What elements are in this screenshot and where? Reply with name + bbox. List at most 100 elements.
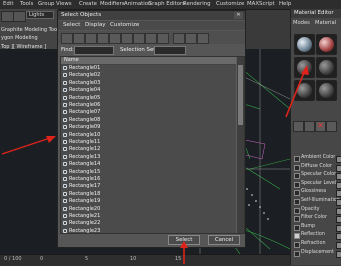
menu-customize[interactable]: Customize — [216, 1, 244, 7]
param-checkbox[interactable] — [294, 156, 300, 162]
menu-customize[interactable]: Customize — [110, 22, 139, 28]
map-button[interactable] — [336, 250, 341, 258]
put-material-icon[interactable] — [304, 121, 315, 132]
map-button[interactable] — [336, 216, 341, 224]
display-groups-icon[interactable] — [133, 33, 145, 44]
param-label: Specular Level — [301, 180, 337, 186]
display-xrefs-icon[interactable] — [145, 33, 157, 44]
display-geometry-icon[interactable] — [61, 33, 73, 44]
display-all-icon[interactable] — [173, 33, 185, 44]
list-item-label: Rectangle23 — [69, 227, 101, 234]
menu-create[interactable]: Create — [79, 1, 97, 7]
param-checkbox[interactable] — [294, 216, 300, 223]
param-label: Displacement — [301, 249, 334, 255]
dialog-titlebar[interactable]: Select Objects ✕ — [58, 11, 245, 20]
menu-tools[interactable]: Tools — [20, 1, 33, 7]
shape-icon — [63, 125, 67, 130]
display-none-icon[interactable] — [185, 33, 197, 44]
list-item-label: Rectangle12 — [69, 146, 101, 153]
param-checkbox[interactable] — [294, 164, 300, 171]
menu-display[interactable]: Display — [85, 22, 106, 28]
map-button[interactable] — [336, 164, 341, 172]
display-cameras-icon[interactable] — [97, 33, 109, 44]
menu-group[interactable]: Group — [38, 1, 54, 7]
material-slot-1[interactable] — [294, 34, 315, 55]
material-editor-panel: Material Editor Modes Material ✕ Ambient… — [290, 9, 341, 265]
shape-icon — [63, 103, 67, 107]
list-item-label: Rectangle01 — [69, 65, 101, 71]
scrollbar-thumb[interactable] — [238, 65, 243, 125]
redo-icon[interactable] — [13, 11, 26, 22]
map-button[interactable] — [336, 207, 341, 215]
shape-icon — [63, 199, 67, 204]
select-objects-dialog: Select Objects ✕ Select Display Customiz… — [57, 10, 246, 248]
menu-material[interactable]: Material — [315, 20, 336, 26]
display-helpers-icon[interactable] — [109, 33, 121, 44]
cancel-button[interactable]: Cancel — [208, 235, 240, 245]
map-button[interactable] — [336, 224, 341, 232]
lights-dropdown[interactable]: Lights — [26, 11, 54, 19]
list-item-label: Rectangle15 — [69, 168, 101, 175]
menu-graph-editors[interactable]: Graph Editors — [148, 1, 185, 7]
material-sphere-icon — [319, 83, 334, 98]
delete-material-icon[interactable]: ✕ — [315, 121, 326, 132]
timeline-bar[interactable]: 0 / 100 0 5 10 15 — [0, 254, 290, 266]
display-shapes-icon[interactable] — [73, 33, 85, 44]
param-checkbox[interactable] — [294, 199, 300, 205]
column-header-name[interactable]: Name — [61, 57, 236, 65]
menu-edit[interactable]: Edit — [3, 1, 13, 7]
param-checkbox[interactable] — [294, 250, 300, 257]
map-button[interactable] — [336, 199, 341, 206]
param-label: Ambient Color — [301, 155, 336, 160]
param-checkbox[interactable] — [294, 224, 300, 231]
param-checkbox[interactable] — [294, 173, 300, 180]
shape-icon — [63, 140, 67, 144]
menu-modes[interactable]: Modes — [293, 20, 310, 26]
timeline-tick: 5 — [85, 256, 89, 262]
param-label: Diffuse Color — [301, 163, 332, 169]
param-checkbox[interactable] — [294, 242, 300, 248]
object-list[interactable]: Name Rectangle01 Rectangle02 Rectangle03 Re… — [60, 56, 245, 234]
close-icon[interactable]: ✕ — [234, 12, 243, 19]
material-slot-4[interactable] — [316, 57, 337, 78]
list-item[interactable]: Rectangle23 — [61, 227, 236, 234]
map-button[interactable] — [336, 173, 341, 181]
ribbon-title[interactable]: Graphite Modeling Tools — [1, 27, 61, 33]
display-bones-icon[interactable] — [157, 33, 169, 44]
menu-rendering[interactable]: Rendering — [183, 1, 211, 7]
map-button[interactable] — [336, 156, 341, 163]
selection-set-dropdown[interactable] — [154, 46, 186, 55]
list-item-label: Rectangle19 — [69, 198, 101, 205]
shape-icon — [63, 191, 67, 196]
map-button[interactable] — [336, 190, 341, 198]
menu-select[interactable]: Select — [63, 22, 80, 28]
display-invert-icon[interactable] — [197, 33, 209, 44]
menu-help[interactable]: Help — [279, 1, 291, 7]
display-spacewarps-icon[interactable] — [121, 33, 133, 44]
find-label: Find: — [61, 47, 74, 53]
map-button[interactable] — [336, 242, 341, 249]
display-lights-icon[interactable] — [85, 33, 97, 44]
material-editor-titlebar[interactable]: Material Editor — [291, 9, 341, 18]
material-slot-6[interactable] — [316, 80, 337, 101]
menu-modifiers[interactable]: Modifiers — [100, 1, 125, 7]
ribbon-subtitle[interactable]: ygon Modeling — [1, 35, 38, 41]
param-checkbox[interactable] — [294, 233, 300, 240]
list-item-label: Rectangle13 — [69, 153, 101, 160]
shape-icon — [63, 228, 67, 233]
param-label: Filter Color — [301, 215, 327, 221]
material-slot-2[interactable] — [316, 34, 337, 55]
shape-icon — [63, 117, 67, 122]
get-material-icon[interactable] — [293, 121, 304, 132]
map-button[interactable] — [336, 181, 341, 189]
param-checkbox[interactable] — [294, 207, 300, 214]
menu-views[interactable]: Views — [56, 1, 72, 7]
map-button[interactable] — [336, 233, 341, 241]
param-checkbox[interactable] — [294, 190, 300, 197]
param-checkbox[interactable] — [294, 181, 300, 188]
menu-maxscript[interactable]: MAXScript — [247, 1, 275, 7]
find-input[interactable] — [74, 46, 114, 55]
shape-icon — [63, 221, 67, 226]
material-options-icon[interactable] — [326, 121, 337, 132]
list-scrollbar[interactable] — [237, 57, 244, 233]
